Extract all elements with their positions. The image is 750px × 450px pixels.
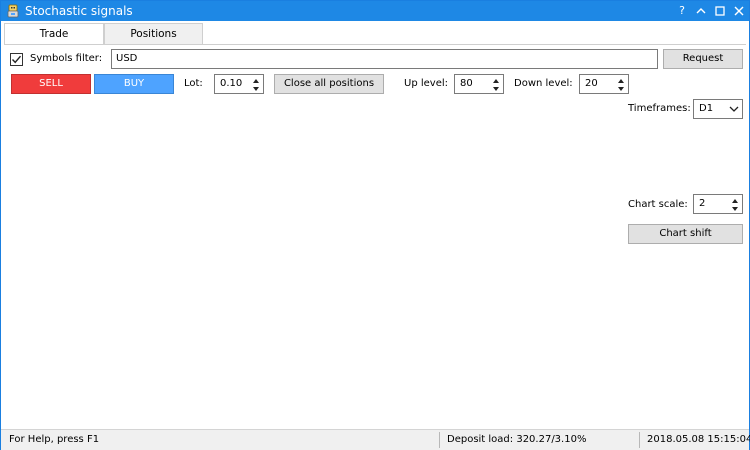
chevron-down-icon [729, 106, 739, 112]
status-datetime: 2018.05.08 15:15:04 [647, 434, 750, 445]
title-bar: Stochastic signals ? [1, 1, 749, 21]
help-button[interactable]: ? [674, 3, 690, 19]
tab-positions[interactable]: Positions [104, 23, 203, 44]
chart-scale-value: 2 [699, 198, 706, 209]
triangle-up-icon[interactable] [252, 77, 260, 85]
status-help-text: For Help, press F1 [9, 434, 100, 445]
window-title: Stochastic signals [25, 4, 133, 18]
sell-button[interactable]: SELL [11, 74, 91, 94]
up-level-value: 80 [460, 78, 473, 89]
symbols-filter-checkbox[interactable] [10, 53, 23, 66]
triangle-up-icon[interactable] [617, 77, 625, 85]
close-all-positions-button[interactable]: Close all positions [274, 74, 384, 94]
tab-bar: Trade Positions [4, 23, 746, 44]
triangle-down-icon[interactable] [252, 85, 260, 93]
status-separator [639, 432, 640, 448]
chart-scale-spinner[interactable]: 2 [693, 194, 743, 214]
triangle-down-icon[interactable] [492, 85, 500, 93]
lot-label: Lot: [184, 78, 203, 89]
down-level-spinner[interactable]: 20 [579, 74, 629, 94]
app-window: Stochastic signals ? Trade Positions Sym… [0, 0, 750, 450]
triangle-up-icon[interactable] [492, 77, 500, 85]
up-level-spinner[interactable]: 80 [454, 74, 504, 94]
robot-icon [7, 4, 19, 18]
status-bar: For Help, press F1 Deposit load: 320.27/… [1, 429, 750, 450]
timeframes-value: D1 [699, 103, 714, 114]
symbols-filter-label: Symbols filter: [30, 53, 103, 64]
timeframes-label: Timeframes: [628, 103, 691, 114]
status-deposit-load: Deposit load: 320.27/3.10% [447, 434, 587, 445]
down-level-label: Down level: [514, 78, 573, 89]
timeframes-dropdown[interactable]: D1 [693, 99, 743, 119]
triangle-down-icon[interactable] [617, 85, 625, 93]
request-button[interactable]: Request [663, 49, 743, 69]
close-icon[interactable] [731, 3, 747, 19]
minimize-icon[interactable] [693, 3, 709, 19]
maximize-icon[interactable] [712, 3, 728, 19]
tab-divider [4, 44, 746, 45]
buy-button[interactable]: BUY [94, 74, 174, 94]
triangle-up-icon[interactable] [731, 197, 739, 205]
lot-spinner[interactable]: 0.10 [214, 74, 264, 94]
lot-value: 0.10 [220, 78, 243, 89]
tab-trade[interactable]: Trade [4, 23, 104, 44]
up-level-label: Up level: [404, 78, 448, 89]
status-separator [439, 432, 440, 448]
triangle-down-icon[interactable] [731, 205, 739, 213]
down-level-value: 20 [585, 78, 598, 89]
symbols-filter-input[interactable]: USD [111, 49, 658, 69]
chart-scale-label: Chart scale: [628, 199, 688, 210]
chart-shift-button[interactable]: Chart shift [628, 224, 743, 244]
checkmark-icon [11, 55, 22, 64]
